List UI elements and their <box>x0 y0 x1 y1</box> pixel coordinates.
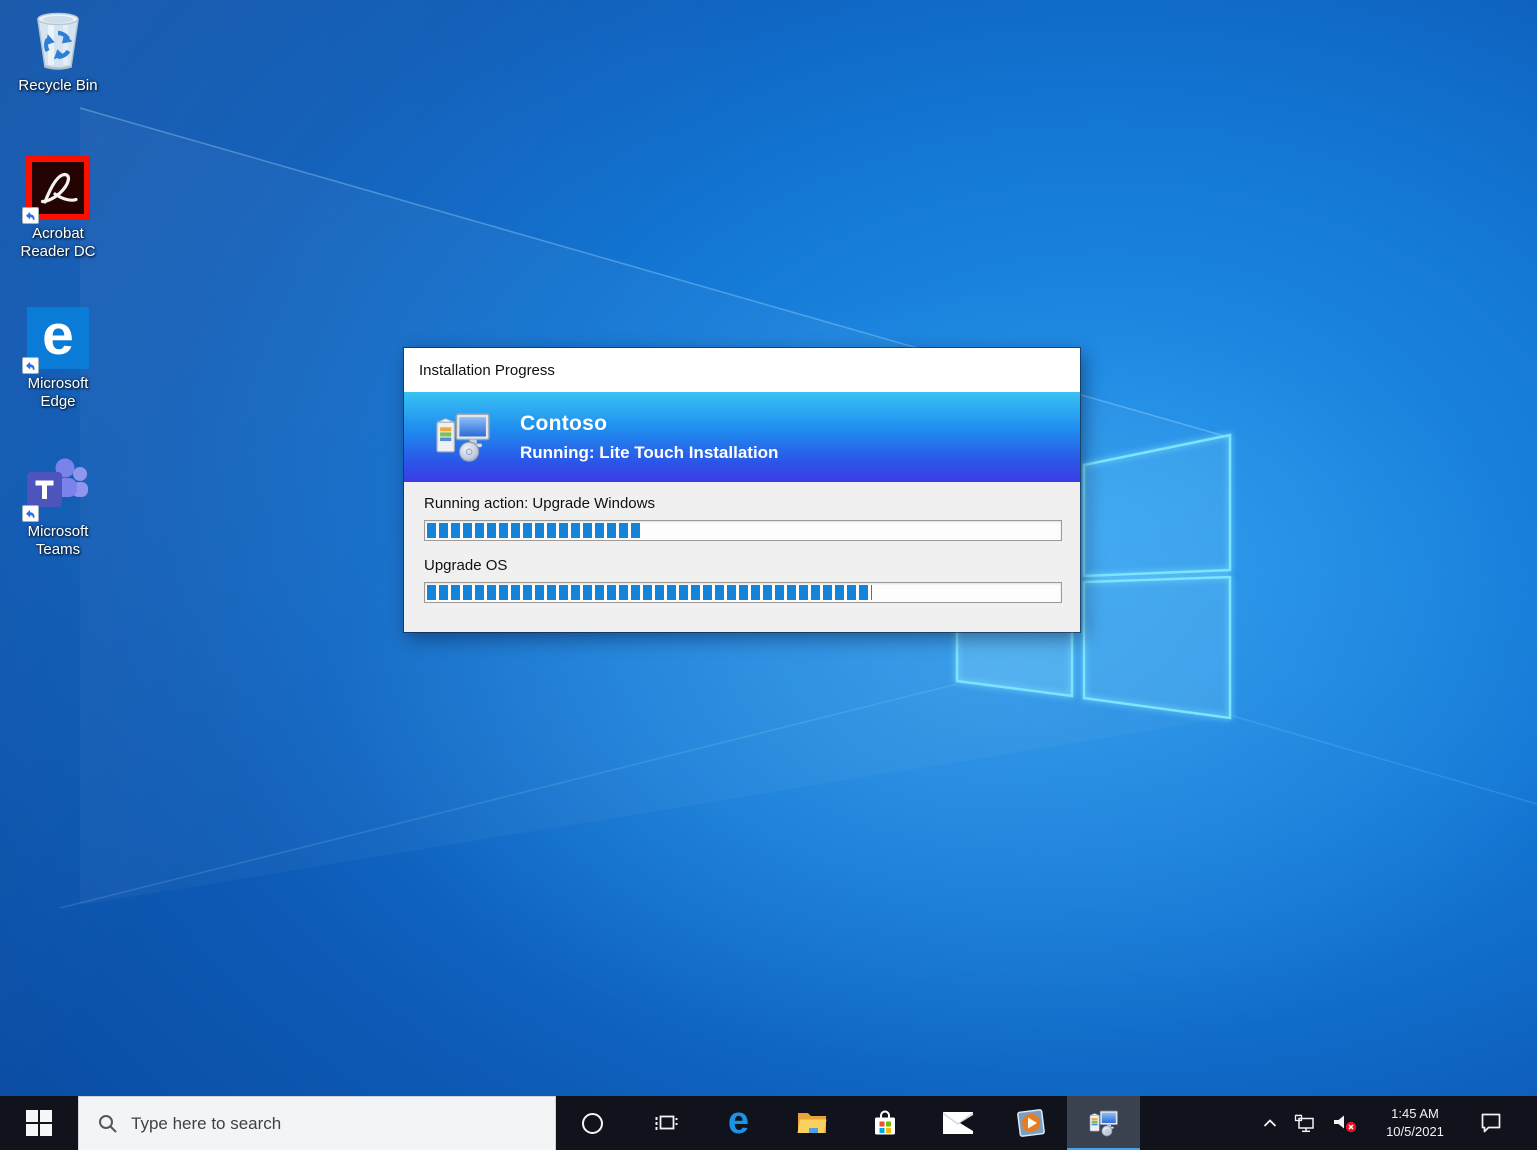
desktop-icon-microsoft-teams[interactable]: Microsoft Teams <box>6 452 110 560</box>
search-input[interactable] <box>119 1113 555 1134</box>
tray-volume-button[interactable] <box>1323 1096 1367 1150</box>
taskbar-button-mail[interactable] <box>921 1096 994 1150</box>
taskbar-button-media-player[interactable] <box>994 1096 1067 1150</box>
window-titlebar[interactable]: Installation Progress <box>404 348 1080 392</box>
windows-start-icon <box>26 1110 52 1136</box>
dialog-body: Running action: Upgrade Windows Upgrade … <box>404 482 1080 603</box>
shortcut-arrow-icon <box>22 357 39 374</box>
recycle-bin-icon <box>37 12 79 70</box>
taskbar: e <box>0 1096 1537 1150</box>
microsoft-store-icon <box>874 1110 895 1135</box>
icon-label-line: Teams <box>35 541 81 559</box>
status-line: Running: Lite Touch Installation <box>520 442 779 462</box>
file-explorer-icon <box>797 1113 826 1133</box>
show-desktop-strip[interactable] <box>1519 1096 1537 1150</box>
desktop-icon-acrobat-reader[interactable]: Acrobat Reader DC <box>6 154 110 262</box>
cortana-icon <box>582 1112 603 1134</box>
icon-label-line: Microsoft <box>27 523 89 540</box>
taskbar-button-cortana[interactable] <box>556 1096 629 1150</box>
taskbar-button-task-view[interactable] <box>629 1096 702 1150</box>
upgrade-os-progress-bar <box>424 582 1062 603</box>
windows-installer-icon <box>436 412 490 462</box>
icon-label-line: Acrobat <box>32 225 84 242</box>
icon-label-line: Reader DC <box>20 243 96 261</box>
taskbar-button-edge[interactable]: e <box>702 1096 775 1150</box>
start-button[interactable] <box>0 1096 78 1150</box>
icon-label-line: Recycle Bin <box>18 77 98 94</box>
taskbar-button-windows-installer-active[interactable] <box>1067 1096 1140 1150</box>
icon-label-line: Microsoft <box>27 375 89 392</box>
taskbar-button-microsoft-store[interactable] <box>848 1096 921 1150</box>
shortcut-arrow-icon <box>22 207 39 224</box>
running-action-label: Running action: Upgrade Windows <box>424 495 655 512</box>
tray-network-button[interactable] <box>1287 1096 1323 1150</box>
network-ethernet-icon <box>1294 1114 1314 1132</box>
clock-time: 1:45 AM <box>1391 1106 1439 1122</box>
icon-label-line: Edge <box>40 393 76 411</box>
mail-icon <box>942 1112 973 1134</box>
search-icon <box>97 1113 119 1135</box>
chevron-up-icon <box>1263 1119 1277 1127</box>
windows-installer-icon <box>1089 1110 1118 1136</box>
running-action-progress-fill <box>427 523 644 538</box>
desktop-icon-recycle-bin[interactable]: Recycle Bin <box>6 6 110 95</box>
media-player-icon <box>1016 1109 1045 1137</box>
tray-show-hidden-icons[interactable] <box>1253 1096 1287 1150</box>
installation-progress-window: Installation Progress Contoso Running: L… <box>404 348 1080 632</box>
action-center-icon <box>1481 1113 1501 1133</box>
dialog-header-banner: Contoso Running: Lite Touch Installation <box>404 392 1080 482</box>
taskbar-button-file-explorer[interactable] <box>775 1096 848 1150</box>
volume-muted-icon <box>1334 1115 1357 1133</box>
tray-clock[interactable]: 1:45 AM 10/5/2021 <box>1367 1096 1463 1150</box>
task-view-icon <box>655 1115 677 1130</box>
desktop-icon-microsoft-edge[interactable]: e Microsoft Edge <box>6 304 110 412</box>
shortcut-arrow-icon <box>22 505 39 522</box>
upgrade-os-label: Upgrade OS <box>424 557 508 574</box>
window-title: Installation Progress <box>419 361 555 379</box>
taskbar-empty-space <box>1140 1096 1253 1150</box>
taskbar-search-box[interactable] <box>78 1096 556 1150</box>
clock-date: 10/5/2021 <box>1386 1124 1444 1139</box>
edge-icon: e <box>727 1100 750 1142</box>
tray-action-center-button[interactable] <box>1463 1096 1519 1150</box>
brand-title: Contoso <box>520 411 608 435</box>
running-action-progress-bar <box>424 520 1062 541</box>
upgrade-os-progress-fill <box>427 585 873 600</box>
